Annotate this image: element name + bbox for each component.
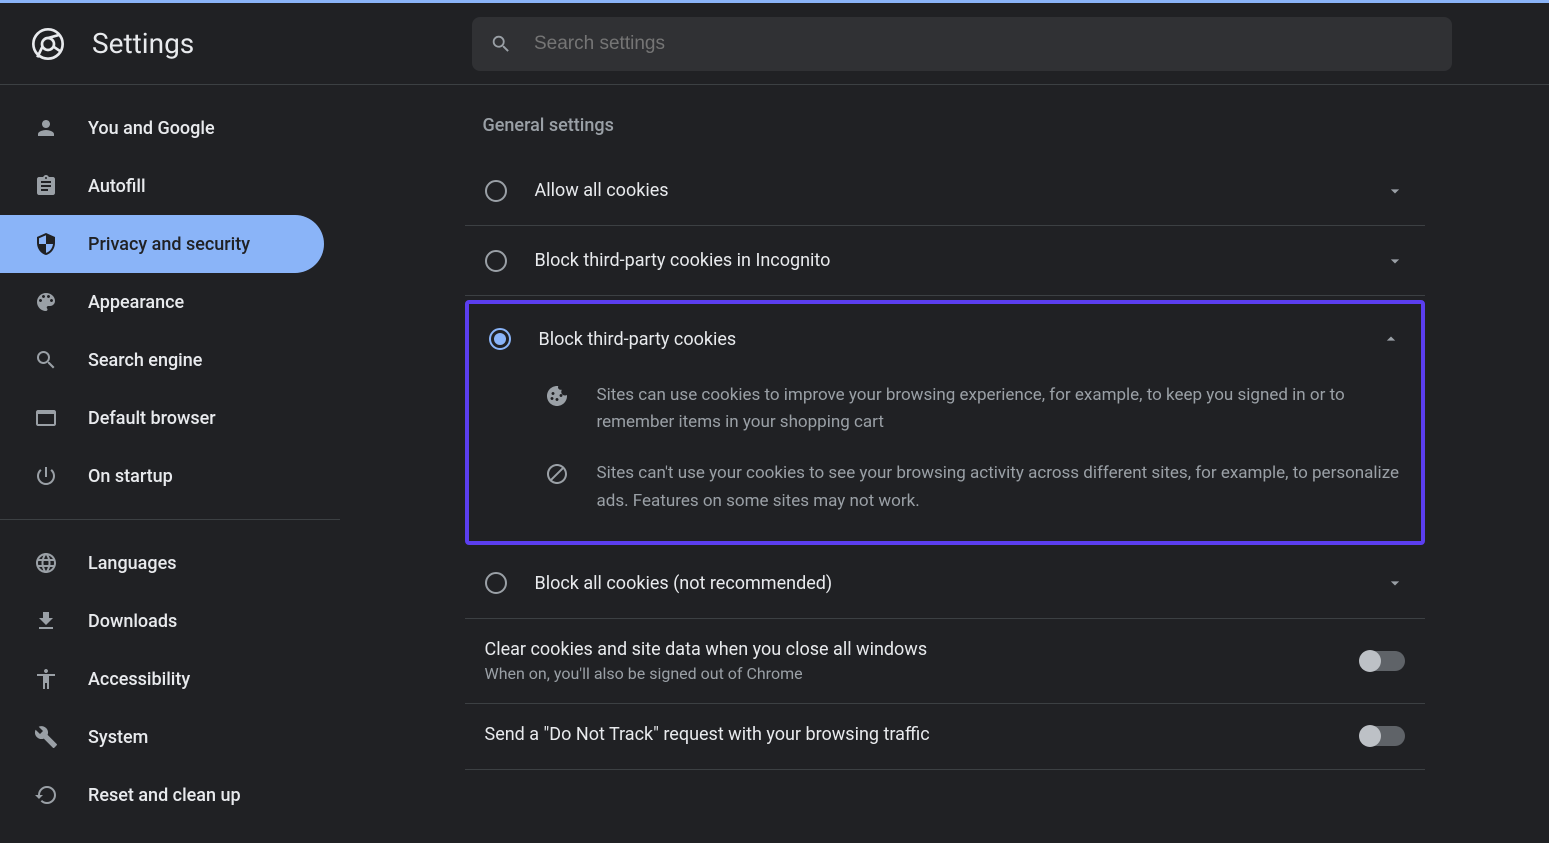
sidebar-item-label: You and Google — [88, 118, 215, 139]
search-icon — [34, 348, 58, 372]
sidebar-item-accessibility[interactable]: Accessibility — [0, 650, 324, 708]
option-allow-all-cookies[interactable]: Allow all cookies — [465, 156, 1425, 226]
sidebar-item-label: Downloads — [88, 611, 177, 632]
sidebar-item-downloads[interactable]: Downloads — [0, 592, 324, 650]
option-block-third-party-incognito[interactable]: Block third-party cookies in Incognito — [465, 226, 1425, 296]
person-icon — [34, 116, 58, 140]
power-icon — [34, 464, 58, 488]
toggle-switch[interactable] — [1361, 726, 1405, 746]
chevron-down-icon — [1385, 181, 1405, 201]
sidebar-item-on-startup[interactable]: On startup — [0, 447, 324, 505]
chevron-down-icon — [1385, 573, 1405, 593]
option-block-third-party[interactable]: Block third-party cookies — [469, 304, 1421, 374]
sidebar-item-label: Languages — [88, 553, 176, 574]
download-icon — [34, 609, 58, 633]
sidebar-item-label: System — [88, 727, 148, 748]
sidebar: You and Google Autofill Privacy and secu… — [0, 85, 340, 843]
toggle-switch[interactable] — [1361, 651, 1405, 671]
radio-button[interactable] — [485, 180, 507, 202]
expanded-details: Sites can use cookies to improve your br… — [469, 374, 1421, 541]
option-label: Block third-party cookies — [539, 329, 1381, 350]
page-title: Settings — [92, 27, 472, 60]
sidebar-item-appearance[interactable]: Appearance — [0, 273, 324, 331]
sidebar-item-system[interactable]: System — [0, 708, 324, 766]
sidebar-item-autofill[interactable]: Autofill — [0, 157, 324, 215]
toggle-subtitle: When on, you'll also be signed out of Ch… — [485, 664, 1361, 683]
sidebar-item-languages[interactable]: Languages — [0, 534, 324, 592]
toggle-clear-cookies: Clear cookies and site data when you clo… — [465, 619, 1425, 704]
detail-text: Sites can't use your cookies to see your… — [597, 460, 1401, 514]
sidebar-item-privacy-security[interactable]: Privacy and security — [0, 215, 324, 273]
sidebar-item-label: Appearance — [88, 292, 184, 313]
chrome-icon — [32, 28, 64, 60]
radio-button[interactable] — [485, 572, 507, 594]
search-icon — [490, 33, 512, 55]
option-label: Block third-party cookies in Incognito — [535, 250, 1385, 271]
option-label: Allow all cookies — [535, 180, 1385, 201]
search-box[interactable] — [472, 17, 1452, 71]
sidebar-item-label: Autofill — [88, 176, 146, 197]
toggle-do-not-track: Send a "Do Not Track" request with your … — [465, 704, 1425, 770]
wrench-icon — [34, 725, 58, 749]
shield-icon — [34, 232, 58, 256]
sidebar-item-default-browser[interactable]: Default browser — [0, 389, 324, 447]
chevron-up-icon — [1381, 329, 1401, 349]
sidebar-item-you-and-google[interactable]: You and Google — [0, 99, 324, 157]
option-label: Block all cookies (not recommended) — [535, 573, 1385, 594]
highlighted-option-block-third-party: Block third-party cookies Sites can use … — [465, 300, 1425, 545]
toggle-title: Clear cookies and site data when you clo… — [485, 639, 1361, 660]
globe-icon — [34, 551, 58, 575]
radio-button-selected[interactable] — [489, 328, 511, 350]
sidebar-item-label: Accessibility — [88, 669, 190, 690]
sidebar-item-search-engine[interactable]: Search engine — [0, 331, 324, 389]
sidebar-item-reset[interactable]: Reset and clean up — [0, 766, 324, 824]
sidebar-divider — [0, 519, 340, 520]
sidebar-item-label: Search engine — [88, 350, 202, 371]
section-label: General settings — [465, 115, 1425, 136]
sidebar-item-label: On startup — [88, 466, 173, 487]
header: Settings — [0, 3, 1549, 85]
browser-icon — [34, 406, 58, 430]
option-block-all-cookies[interactable]: Block all cookies (not recommended) — [465, 549, 1425, 619]
main-content: General settings Allow all cookies Block… — [340, 85, 1549, 843]
sidebar-item-label: Privacy and security — [88, 234, 250, 255]
clipboard-icon — [34, 174, 58, 198]
sidebar-item-label: Reset and clean up — [88, 785, 241, 806]
chevron-down-icon — [1385, 251, 1405, 271]
accessibility-icon — [34, 667, 58, 691]
radio-button[interactable] — [485, 250, 507, 272]
search-input[interactable] — [534, 33, 1434, 55]
sidebar-item-label: Default browser — [88, 408, 216, 429]
detail-text: Sites can use cookies to improve your br… — [597, 382, 1401, 436]
restore-icon — [34, 783, 58, 807]
palette-icon — [34, 290, 58, 314]
toggle-title: Send a "Do Not Track" request with your … — [485, 724, 1361, 745]
block-icon — [545, 462, 569, 486]
cookie-icon — [545, 384, 569, 408]
